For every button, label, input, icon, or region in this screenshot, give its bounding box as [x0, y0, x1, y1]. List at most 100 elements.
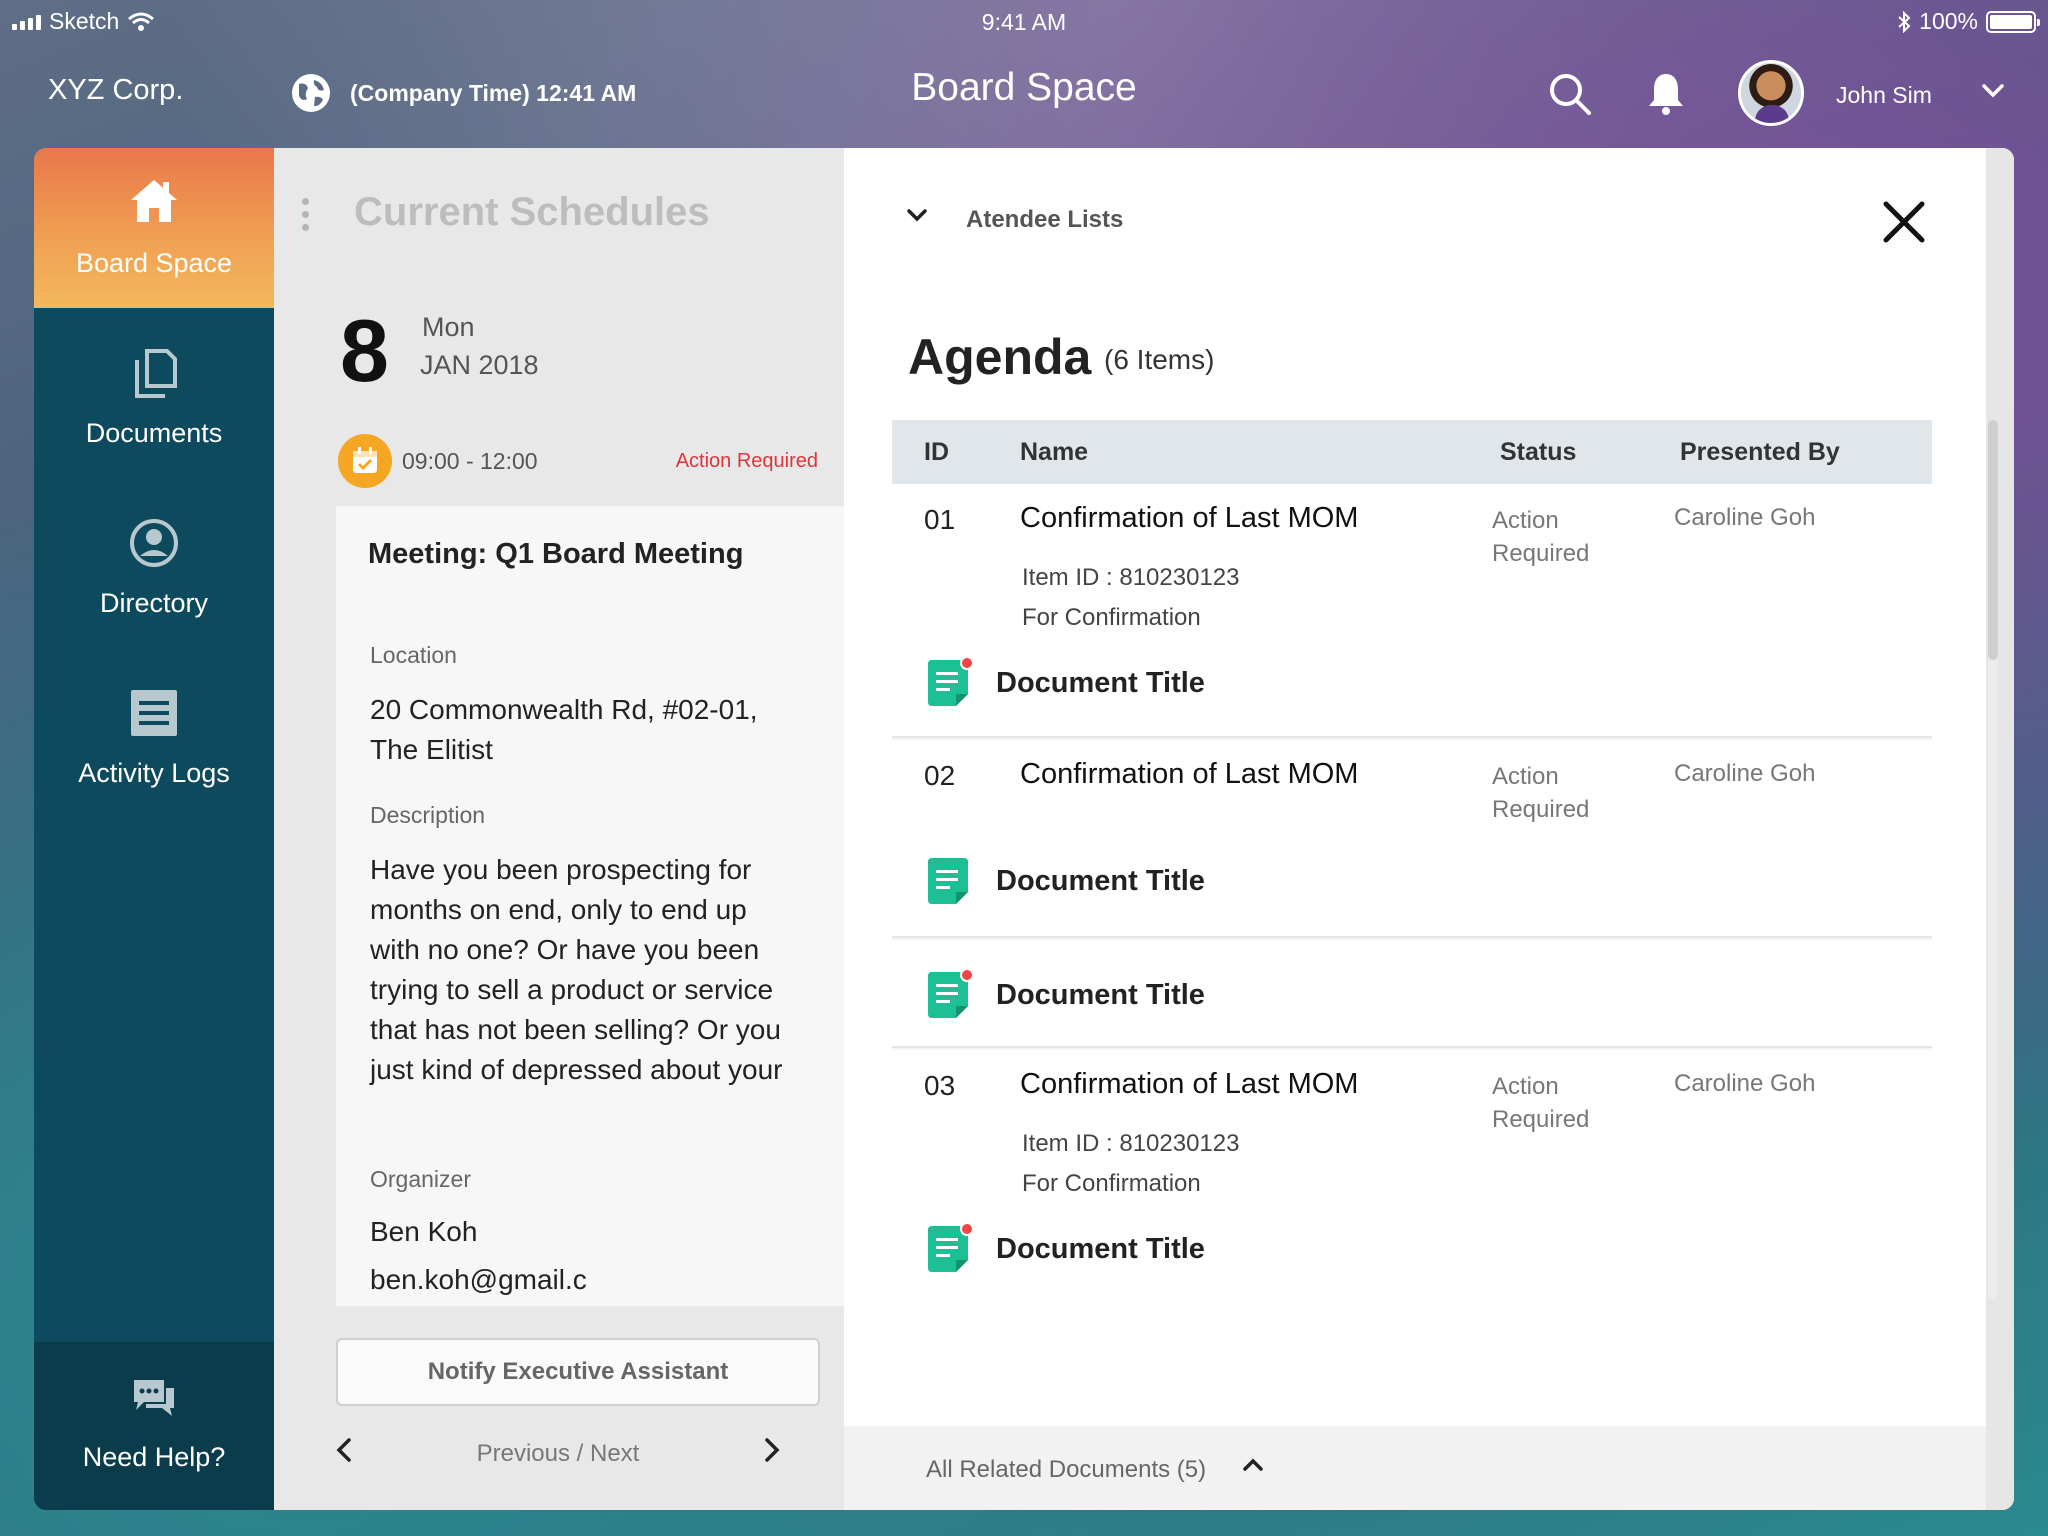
sidebar-item-label: Documents — [85, 418, 223, 448]
pager-label[interactable]: Previous / Next — [336, 1440, 780, 1468]
time-range: 09:00 - 12:00 — [402, 448, 538, 474]
sidebar-item-documents[interactable]: Documents — [34, 318, 274, 478]
pager: Previous / Next — [336, 1432, 820, 1472]
row-name: Confirmation of Last MOM — [1020, 1068, 1359, 1100]
bell-icon[interactable] — [1646, 70, 1686, 116]
battery-percent: 100% — [1919, 8, 1978, 34]
table-row[interactable]: 03 Confirmation of Last MOM Action Requi… — [892, 1050, 1932, 1304]
row-presenter: Caroline Goh — [1674, 760, 1816, 787]
sidebar-item-label: Board Space — [75, 248, 233, 278]
document-link[interactable]: Document Title — [928, 968, 1205, 1018]
related-documents-label[interactable]: All Related Documents (5) — [926, 1456, 1206, 1484]
row-status: Action Required — [1492, 507, 1590, 567]
user-name[interactable]: John Sim — [1836, 82, 1932, 109]
home-icon — [131, 180, 177, 222]
row-status: Action Required — [1492, 763, 1590, 823]
status-badge: Action Required — [675, 450, 818, 472]
alert-dot — [960, 1222, 974, 1236]
top-nav: XYZ Corp. (Company Time) 12:41 AM Board … — [0, 44, 2048, 148]
main-panel: Board Space Documents Directory Activity… — [34, 148, 2014, 1510]
chevron-down-icon[interactable] — [906, 208, 928, 224]
day-number: 8 — [340, 301, 389, 400]
attendee-list-toggle[interactable]: Atendee Lists — [966, 206, 1123, 234]
status-bar: Sketch 9:41 AM 100% — [0, 0, 2048, 44]
document-icon — [928, 1222, 974, 1272]
row-purpose: For Confirmation — [1022, 604, 1201, 631]
row-name: Confirmation of Last MOM — [1020, 502, 1359, 534]
more-options-icon[interactable] — [302, 198, 309, 231]
column-header-status: Status — [1500, 438, 1577, 466]
documents-icon — [135, 349, 177, 398]
schedule-panel: Current Schedules 8 Mon JAN 2018 09:00 -… — [274, 148, 858, 1510]
row-name: Confirmation of Last MOM — [1020, 758, 1359, 790]
document-icon — [928, 656, 974, 706]
sidebar-item-directory[interactable]: Directory — [34, 488, 274, 648]
document-link[interactable]: Document Title — [928, 858, 1205, 904]
column-header-name: Name — [1020, 438, 1089, 466]
row-id: 03 — [924, 1070, 956, 1101]
table-row[interactable]: 01 Confirmation of Last MOM Action Requi… — [892, 484, 1932, 738]
chevron-up-icon[interactable] — [1242, 1456, 1264, 1472]
location-value: 20 Commonwealth Rd, #02-01, The Elitist — [370, 694, 758, 765]
column-header-presenter: Presented By — [1680, 438, 1840, 466]
row-item-id: Item ID : 810230123 — [1022, 1130, 1240, 1157]
agenda-title: Agenda — [908, 329, 1092, 385]
sidebar: Board Space Documents Directory Activity… — [34, 148, 274, 1510]
table-header: ID Name Status Presented By — [892, 420, 1932, 484]
list-icon — [131, 690, 177, 736]
related-documents-bar[interactable]: All Related Documents (5) — [844, 1426, 1986, 1510]
sidebar-item-label: Activity Logs — [78, 758, 230, 788]
calendar-check-icon — [338, 434, 392, 488]
row-purpose: For Confirmation — [1022, 1170, 1201, 1197]
location-label: Location — [370, 642, 457, 668]
sidebar-item-label: Directory — [99, 588, 208, 618]
row-presenter: Caroline Goh — [1674, 1070, 1816, 1097]
document-link[interactable]: Document Title — [928, 1222, 1205, 1272]
sidebar-item-board-space[interactable]: Board Space — [34, 148, 274, 308]
meeting-title: Meeting: Q1 Board Meeting — [368, 538, 744, 570]
schedule-title: Current Schedules — [354, 190, 710, 234]
need-help-button[interactable]: Need Help? — [34, 1342, 274, 1510]
battery-icon — [1986, 10, 2040, 33]
agenda-table: 01 Confirmation of Last MOM Action Requi… — [892, 484, 1932, 1304]
close-icon[interactable] — [1882, 200, 1926, 244]
document-title: Document Title — [996, 1232, 1205, 1265]
chevron-down-icon[interactable] — [1982, 84, 2004, 98]
table-row[interactable]: 02 Confirmation of Last MOM Action Requi… — [892, 740, 1932, 938]
chat-icon — [134, 1380, 174, 1416]
agenda-count: (6 Items) — [1104, 344, 1215, 375]
day-name: Mon — [422, 312, 475, 342]
sidebar-item-activity-logs[interactable]: Activity Logs — [34, 658, 274, 818]
row-presenter: Caroline Goh — [1674, 504, 1816, 531]
document-icon — [928, 858, 968, 904]
organizer-label: Organizer — [370, 1166, 471, 1192]
row-id: 02 — [924, 760, 956, 791]
status-time: 9:41 AM — [981, 9, 1067, 35]
alert-dot — [960, 656, 974, 670]
table-row[interactable]: Document Title — [892, 940, 1932, 1048]
chevron-right-icon[interactable] — [764, 1438, 780, 1462]
row-id: 01 — [924, 504, 956, 535]
document-title: Document Title — [996, 978, 1205, 1011]
document-link[interactable]: Document Title — [928, 656, 1205, 706]
description-value: Have you been prospecting for months on … — [370, 854, 783, 1085]
document-title: Document Title — [996, 666, 1205, 699]
organizer-email[interactable]: ben.koh@gmail.c — [370, 1260, 790, 1300]
agenda-scrollbar[interactable] — [1988, 420, 1998, 1300]
notify-executive-assistant-button[interactable]: Notify Executive Assistant — [336, 1338, 820, 1406]
row-item-id: Item ID : 810230123 — [1022, 564, 1240, 591]
row-status: Action Required — [1492, 1073, 1590, 1133]
need-help-label: Need Help? — [82, 1442, 226, 1472]
month-year: JAN 2018 — [420, 350, 539, 380]
description-label: Description — [370, 802, 486, 828]
search-icon[interactable] — [1548, 72, 1592, 116]
bluetooth-icon — [1898, 10, 1911, 33]
alert-dot — [960, 968, 974, 982]
avatar[interactable] — [1738, 60, 1804, 126]
document-title: Document Title — [996, 864, 1205, 897]
organizer-name: Ben Koh — [370, 1216, 478, 1247]
agenda-panel: Atendee Lists Agenda (6 Items) ID Name S… — [844, 148, 2014, 1510]
user-circle-icon — [130, 519, 178, 567]
status-right: 100% — [1897, 8, 2040, 35]
meeting-card: Meeting: Q1 Board Meeting Location 20 Co… — [336, 506, 844, 1306]
